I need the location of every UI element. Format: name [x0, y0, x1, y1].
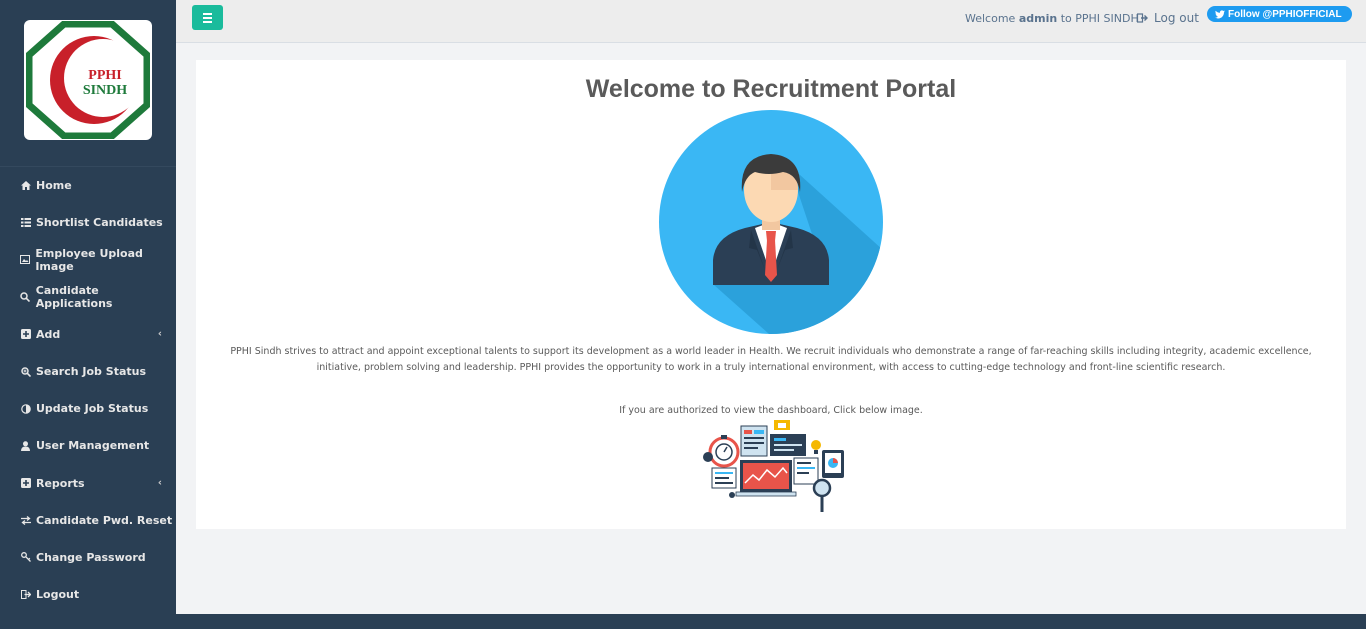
sidebar-item-label: User Management — [36, 439, 150, 453]
key-icon — [20, 552, 31, 563]
sidebar-item-label: Candidate Pwd. Reset — [36, 513, 173, 527]
sidebar-item-label: Shortlist Candidates — [36, 216, 163, 230]
pphi-logo[interactable]: PPHI SINDH — [24, 20, 152, 140]
twitter-bird-icon — [1215, 9, 1225, 18]
sidebar-item-logout[interactable]: Logout — [0, 576, 176, 613]
twitter-follow-label: Follow @PPHIOFFICIAL — [1228, 8, 1342, 20]
sidebar-item-employee-upload-image[interactable]: Employee Upload Image — [0, 241, 176, 278]
logout-link[interactable]: Log out — [1137, 11, 1199, 25]
chevron-left-icon: ‹ — [157, 477, 162, 489]
chevron-left-icon: ‹ — [157, 328, 162, 340]
plus-square-icon — [20, 478, 31, 489]
sidebar-item-home[interactable]: Home — [0, 167, 176, 204]
search-icon — [20, 292, 31, 303]
logo-area: PPHI SINDH — [0, 0, 176, 167]
about-paragraph: PPHI Sindh strives to attract and appoin… — [230, 346, 1312, 373]
logo-text-pphi: PPHI — [88, 68, 121, 83]
pphi-logo-emblem: PPHI SINDH — [26, 21, 150, 139]
dashboard-instruction: If you are authorized to view the dashbo… — [619, 405, 923, 416]
logout-label: Log out — [1154, 11, 1199, 25]
sidebar-item-candidate-applications[interactable]: Candidate Applications — [0, 279, 176, 316]
sidebar-item-user-management[interactable]: User Management — [0, 427, 176, 464]
sidebar-item-change-password[interactable]: Change Password — [0, 539, 176, 576]
user-avatar-illustration — [659, 110, 883, 334]
dashboard-link-image[interactable] — [696, 420, 848, 515]
sidebar-item-label: Logout — [36, 588, 80, 602]
page-title: Welcome to Recruitment Portal — [585, 75, 957, 103]
sidebar-item-reports[interactable]: Reports ‹ — [0, 465, 176, 502]
plus-square-icon — [20, 329, 31, 340]
sidebar-item-search-job-status[interactable]: Search Job Status — [0, 353, 176, 390]
sidebar-item-label: Change Password — [36, 550, 146, 564]
user-icon — [20, 440, 31, 451]
sidebar-item-label: Search Job Status — [36, 365, 147, 379]
list-icon — [20, 217, 31, 228]
sidebar-item-label: Add — [36, 327, 61, 341]
twitter-follow-button[interactable]: Follow @PPHIOFFICIAL — [1207, 6, 1352, 22]
menu-toggle-button[interactable] — [192, 5, 223, 30]
sidebar-item-label: Home — [36, 179, 72, 193]
sidebar-item-add[interactable]: Add ‹ — [0, 316, 176, 353]
username: admin — [1018, 12, 1058, 25]
adjust-icon — [20, 403, 31, 414]
top-navbar: Welcome admin to PPHI SINDH Log out Foll… — [176, 0, 1366, 43]
main-panel: Welcome to Recruitment Portal PPHI Sindh… — [196, 60, 1346, 529]
sidebar-item-label: Candidate Applications — [35, 284, 113, 311]
sidebar-item-candidate-pwd-reset[interactable]: Candidate Pwd. Reset — [0, 502, 176, 539]
sidebar-item-label: Update Job Status — [36, 402, 149, 416]
welcome-message: Welcome admin to PPHI SINDH — [965, 12, 1139, 25]
home-icon — [20, 180, 31, 191]
sidebar-item-label: Reports — [36, 476, 85, 490]
logo-text-sindh: SINDH — [83, 83, 127, 98]
sidebar-item-shortlist-candidates[interactable]: Shortlist Candidates — [0, 204, 176, 241]
footer-bar — [176, 614, 1366, 629]
sidebar-item-label: Employee Upload Image — [35, 246, 143, 273]
exchange-icon — [20, 515, 31, 526]
sidebar-item-update-job-status[interactable]: Update Job Status — [0, 390, 176, 427]
sidebar-menu: Home Shortlist Candidates Employee Upload … — [0, 167, 176, 613]
hamburger-icon — [203, 12, 212, 15]
sign-out-icon — [1137, 13, 1148, 23]
sign-out-icon — [20, 589, 31, 600]
search-plus-icon — [20, 366, 31, 377]
sidebar: PPHI SINDH Home Shortlist Candidates Emplo… — [0, 0, 176, 629]
image-icon — [20, 254, 31, 265]
